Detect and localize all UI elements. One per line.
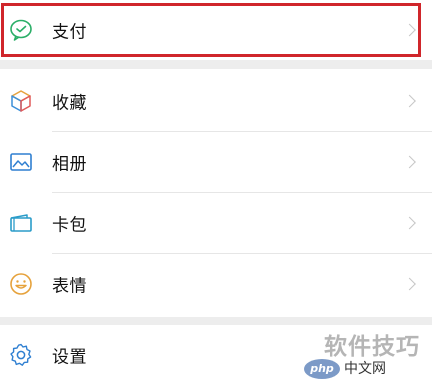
sticker-smile-icon bbox=[8, 271, 34, 297]
services-group: 收藏 相册 卡包 表情 bbox=[0, 69, 432, 317]
chevron-right-icon bbox=[403, 94, 416, 108]
card-pack-icon bbox=[8, 210, 34, 236]
menu-item-favorites-label: 收藏 bbox=[52, 93, 87, 114]
album-icon bbox=[8, 149, 34, 175]
wechat-me-screen: 支付 收藏 相册 卡包 表情 设置 软件技巧 php 中文网 bbox=[0, 0, 432, 385]
menu-item-pay[interactable]: 支付 bbox=[0, 0, 432, 60]
chevron-right-icon bbox=[403, 23, 416, 37]
settings-group: 设置 bbox=[0, 325, 432, 385]
menu-item-settings-label: 设置 bbox=[52, 347, 87, 368]
menu-item-favorites[interactable]: 收藏 bbox=[0, 71, 432, 131]
menu-item-pay-label: 支付 bbox=[52, 22, 87, 43]
chevron-right-icon bbox=[403, 216, 416, 230]
menu-item-stickers[interactable]: 表情 bbox=[0, 254, 432, 314]
menu-item-card-pack[interactable]: 卡包 bbox=[0, 193, 432, 253]
pay-group: 支付 bbox=[0, 0, 432, 60]
menu-item-album[interactable]: 相册 bbox=[0, 132, 432, 192]
menu-item-stickers-label: 表情 bbox=[52, 276, 87, 297]
menu-item-settings[interactable]: 设置 bbox=[0, 325, 432, 385]
menu-item-card-pack-label: 卡包 bbox=[52, 215, 87, 236]
settings-gear-icon bbox=[8, 342, 34, 368]
menu-item-album-label: 相册 bbox=[52, 154, 87, 175]
favorites-cube-icon bbox=[8, 88, 34, 114]
chevron-right-icon bbox=[403, 277, 416, 291]
wechat-pay-icon bbox=[8, 17, 34, 43]
chevron-right-icon bbox=[403, 155, 416, 169]
